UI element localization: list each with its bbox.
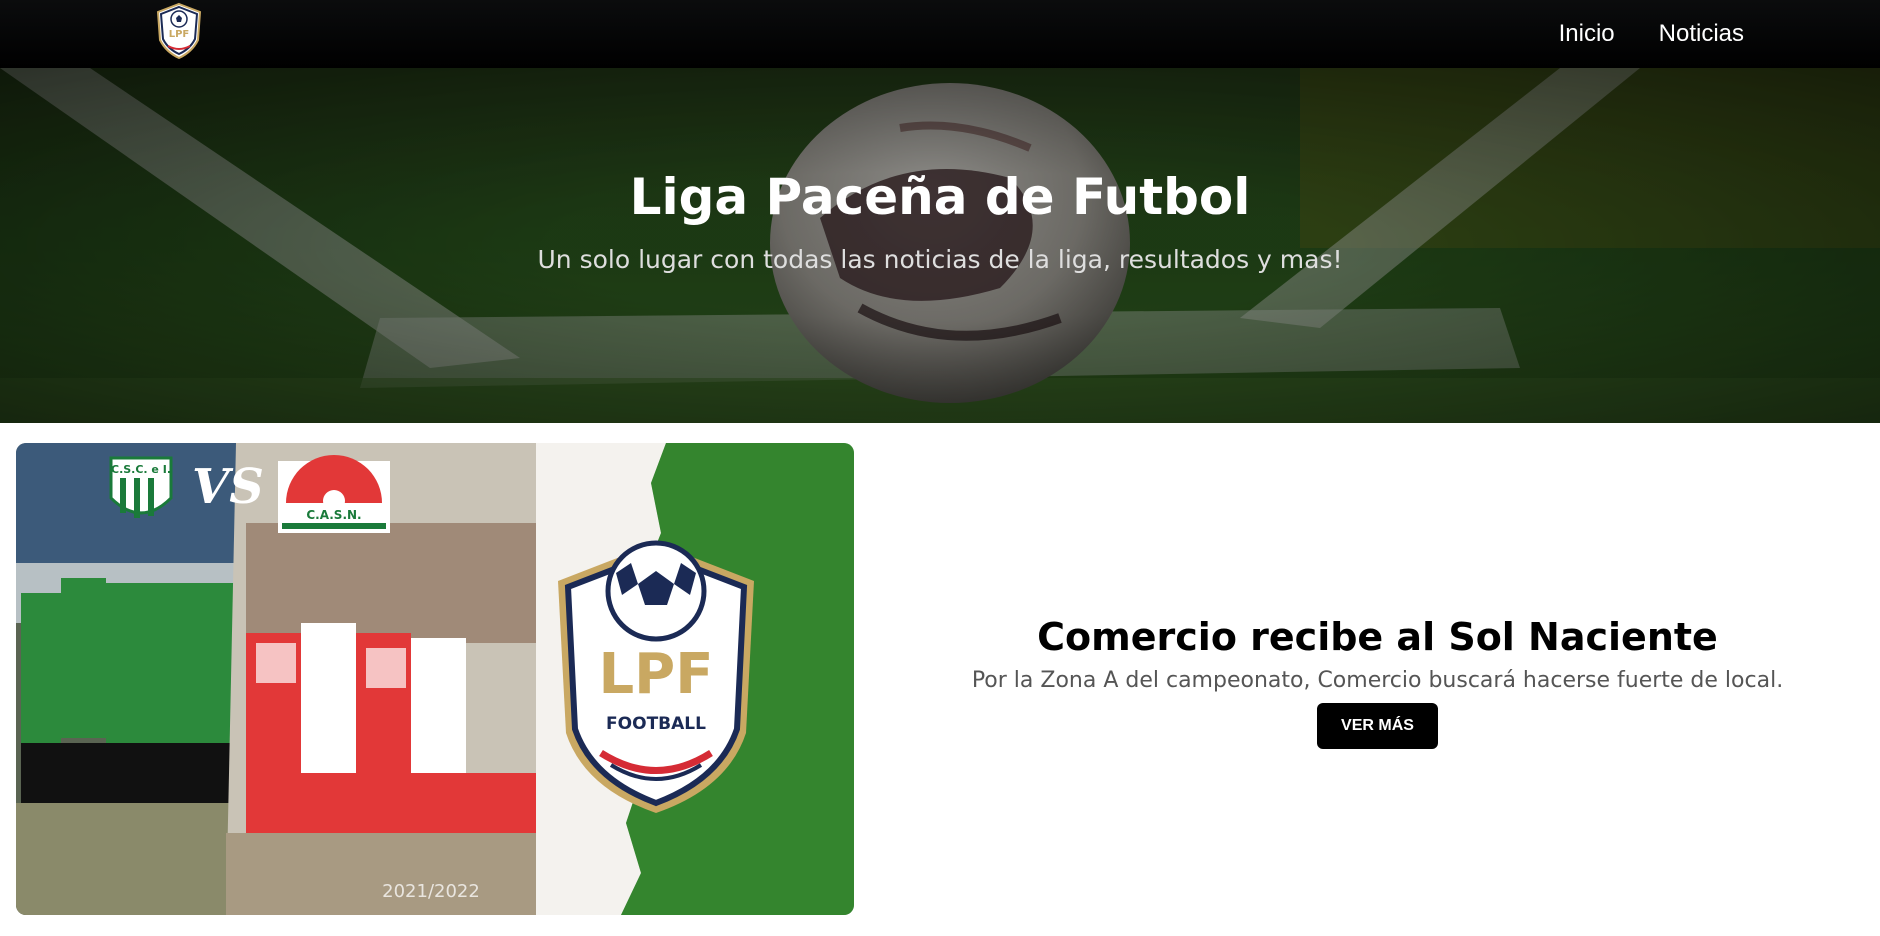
news-title: Comercio recibe al Sol Naciente (1037, 615, 1718, 659)
nav-link-noticias[interactable]: Noticias (1659, 20, 1744, 48)
news-card: C.S.C. e I. VS C.A.S.N. LPF FOOTBALL 202… (0, 423, 1880, 936)
news-text: Comercio recibe al Sol Naciente Por la Z… (970, 614, 1785, 749)
nav-link-inicio[interactable]: Inicio (1559, 20, 1615, 48)
lpf-logo[interactable]: LPF (154, 2, 204, 60)
news-image[interactable]: C.S.C. e I. VS C.A.S.N. LPF FOOTBALL 202… (16, 443, 854, 915)
svg-text:FOOTBALL: FOOTBALL (606, 714, 706, 734)
navbar: LPF Inicio Noticias (0, 0, 1880, 68)
svg-text:C.S.C. e I.: C.S.C. e I. (111, 463, 171, 476)
team-b-badge: C.A.S.N. (278, 455, 390, 533)
news-description: Por la Zona A del campeonato, Comercio b… (971, 668, 1784, 693)
svg-text:LPF: LPF (599, 642, 714, 707)
hero-banner: Liga Paceña de Futbol Un solo lugar con … (0, 68, 1880, 423)
ver-mas-button[interactable]: VER MÁS (1317, 703, 1438, 749)
vs-text: VS (192, 459, 264, 515)
main-nav: Inicio Noticias (1559, 0, 1744, 68)
hero-title: Liga Paceña de Futbol (629, 168, 1251, 226)
svg-text:LPF: LPF (169, 29, 190, 40)
hero-subtitle: Un solo lugar con todas las noticias de … (537, 245, 1343, 274)
season-label: 2021/2022 (382, 881, 480, 902)
green-team-players (16, 578, 246, 915)
svg-text:C.A.S.N.: C.A.S.N. (306, 508, 361, 522)
